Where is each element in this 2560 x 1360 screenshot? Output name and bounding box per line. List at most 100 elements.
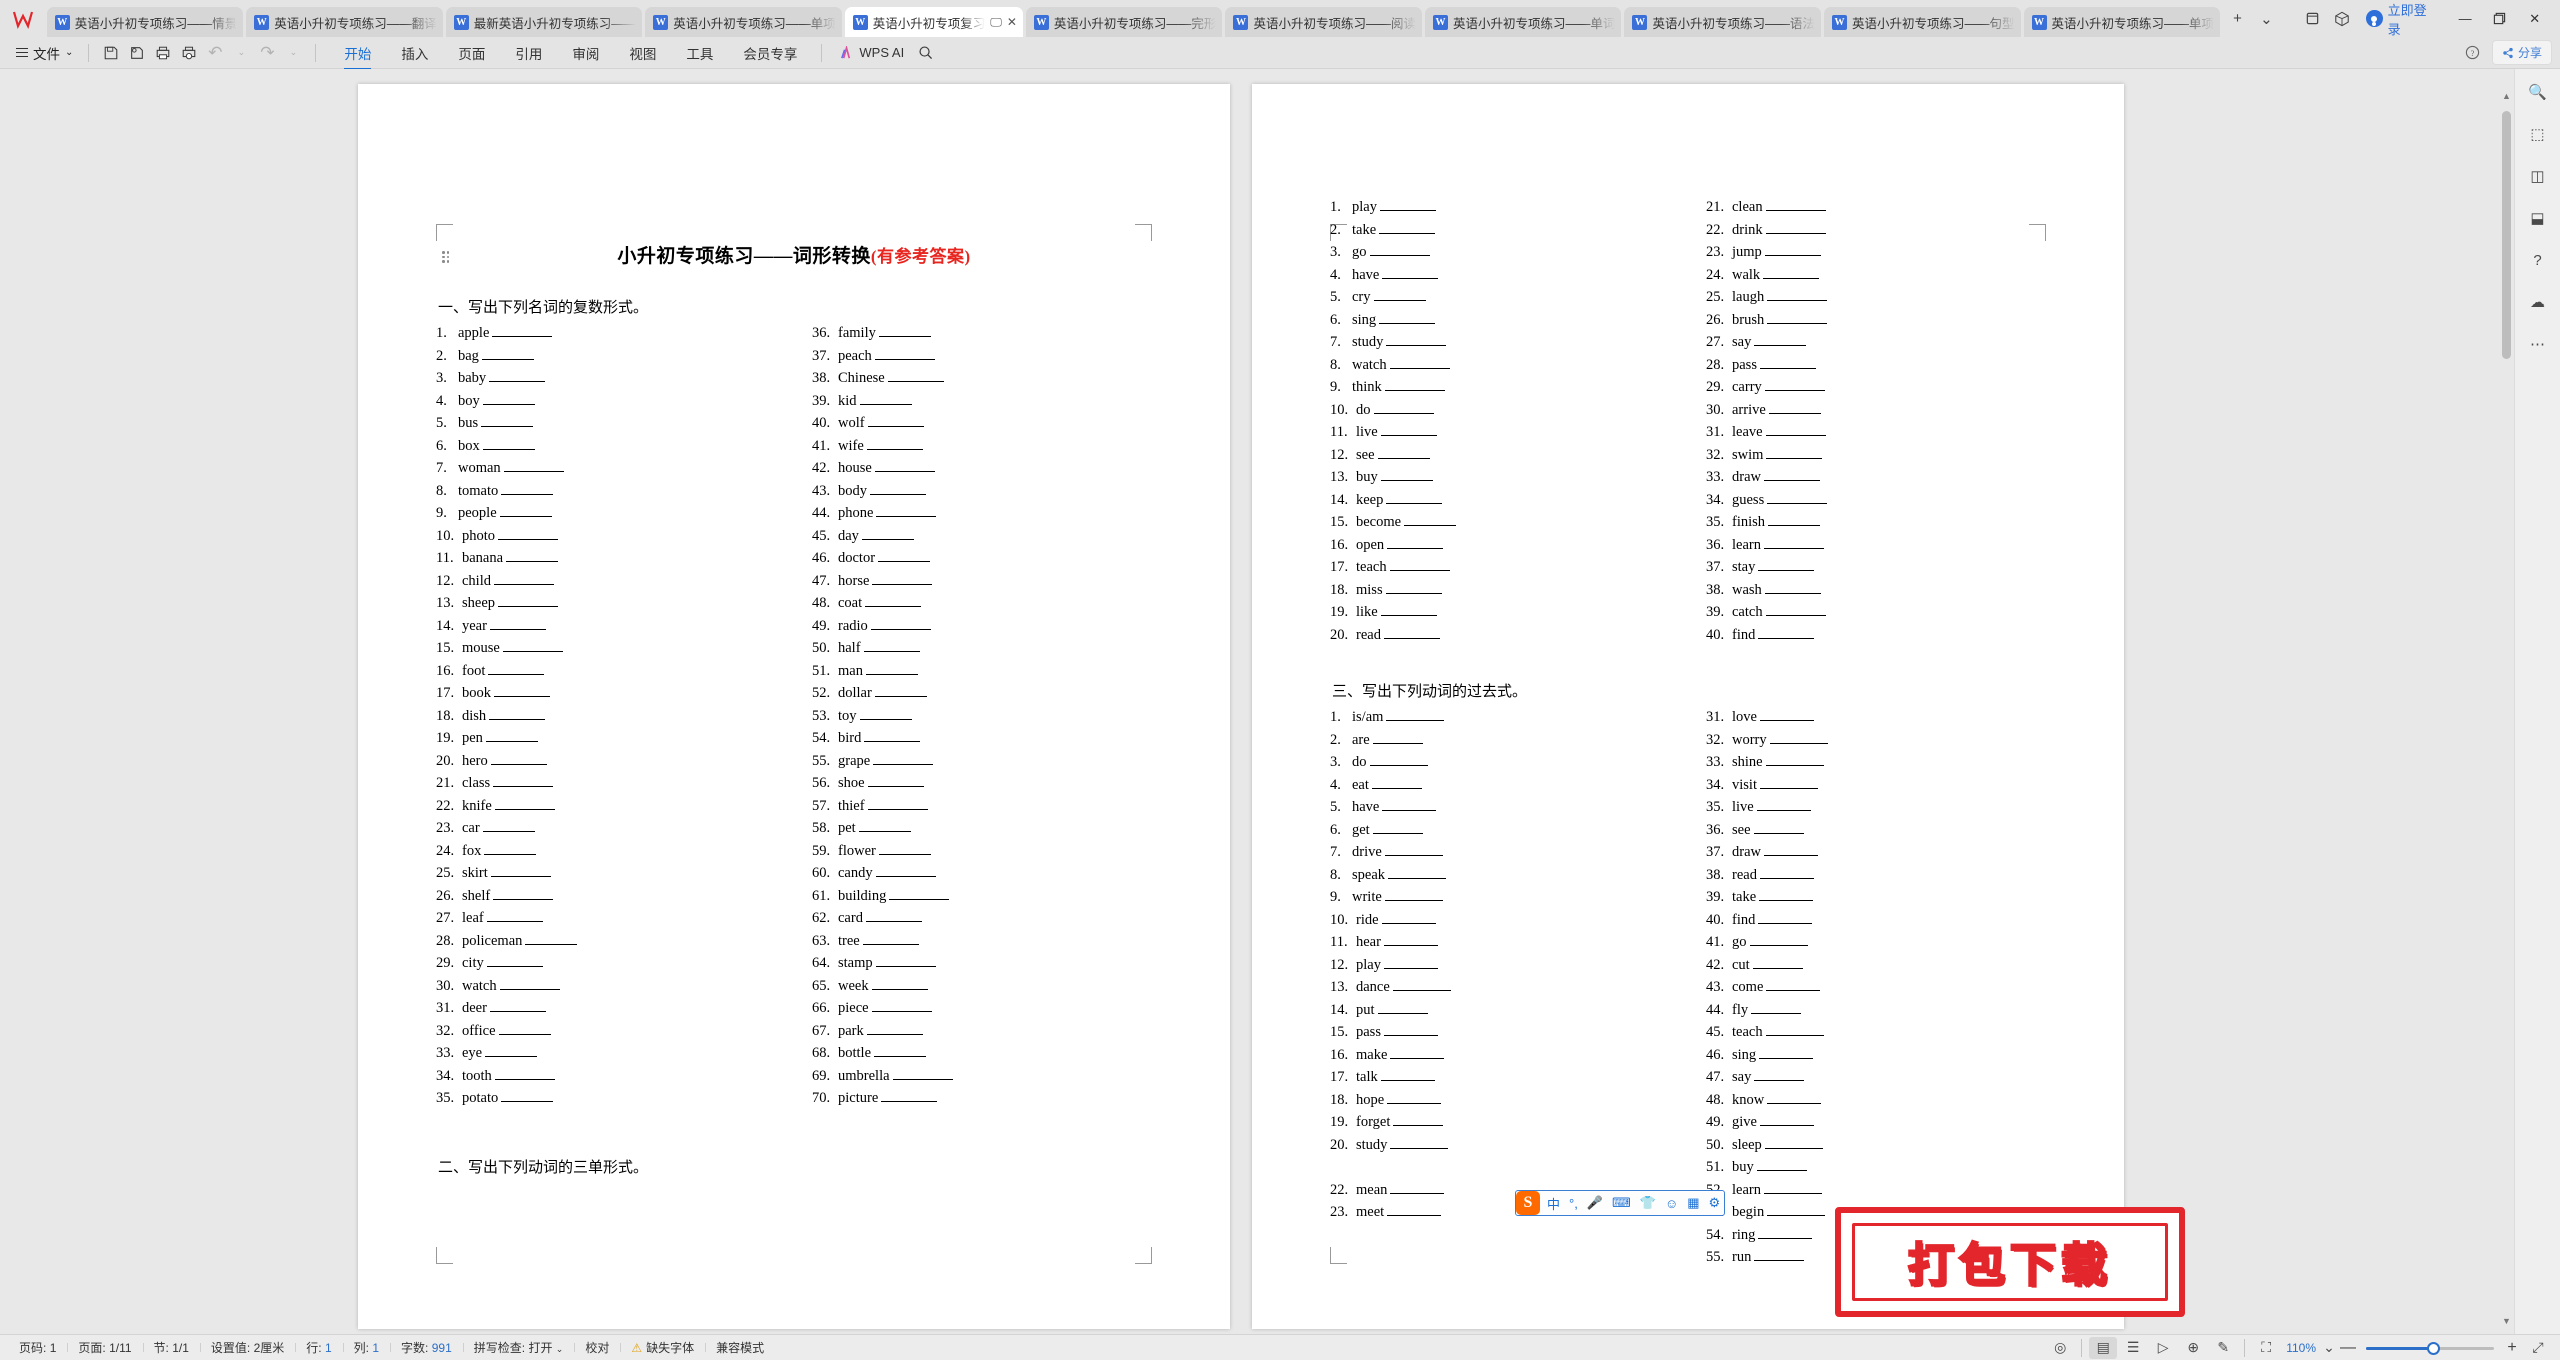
answer-blank[interactable] bbox=[490, 876, 551, 877]
answer-blank[interactable] bbox=[1759, 1057, 1814, 1059]
status-item-7[interactable]: 拼写检查: 打开 ⌄ bbox=[462, 1339, 575, 1356]
document-tab-0[interactable]: W 英语小升初专项练习——情景 bbox=[46, 7, 244, 37]
download-watermark-stamp[interactable]: 打包下载 bbox=[1835, 1207, 2185, 1317]
answer-blank[interactable] bbox=[858, 831, 911, 832]
search-icon[interactable] bbox=[912, 41, 938, 65]
status-item-4[interactable]: 行: 1 bbox=[295, 1339, 342, 1356]
share-button[interactable]: 分享 bbox=[2491, 40, 2552, 65]
answer-blank[interactable] bbox=[486, 966, 543, 967]
answer-blank[interactable] bbox=[1372, 832, 1423, 834]
answer-blank[interactable] bbox=[485, 1056, 538, 1057]
answer-blank[interactable] bbox=[1390, 1057, 1445, 1059]
help-icon[interactable]: ? bbox=[2460, 41, 2486, 65]
document-tab-3[interactable]: W 英语小升初专项练习——单项 bbox=[645, 7, 842, 37]
answer-blank[interactable] bbox=[1389, 570, 1450, 571]
login-button[interactable]: 立即登录 bbox=[2356, 0, 2447, 38]
answer-blank[interactable] bbox=[1767, 322, 1828, 324]
status-item-8[interactable]: 校对 bbox=[574, 1339, 620, 1356]
answer-blank[interactable] bbox=[861, 538, 914, 540]
answer-blank[interactable] bbox=[873, 763, 934, 765]
answer-blank[interactable] bbox=[486, 921, 543, 922]
answer-blank[interactable] bbox=[493, 786, 554, 787]
answer-blank[interactable] bbox=[1390, 1147, 1449, 1149]
soft-keyboard-icon[interactable]: ⌨ bbox=[1612, 1195, 1631, 1211]
feedback-icon[interactable]: ☁ bbox=[2523, 289, 2553, 315]
answer-blank[interactable] bbox=[1759, 900, 1814, 901]
answer-blank[interactable] bbox=[878, 336, 931, 337]
answer-blank[interactable] bbox=[499, 988, 560, 990]
answer-blank[interactable] bbox=[1767, 300, 1828, 301]
answer-blank[interactable] bbox=[1758, 637, 1815, 639]
cast-icon[interactable]: 🖵 bbox=[990, 16, 1002, 28]
answer-blank[interactable] bbox=[1383, 637, 1440, 639]
answer-blank[interactable] bbox=[1380, 1080, 1435, 1081]
answer-blank[interactable] bbox=[1384, 390, 1445, 391]
answer-blank[interactable] bbox=[1749, 945, 1808, 946]
answer-blank[interactable] bbox=[865, 606, 922, 607]
answer-blank[interactable] bbox=[872, 583, 933, 585]
answer-blank[interactable] bbox=[878, 561, 931, 562]
answer-blank[interactable] bbox=[489, 1011, 546, 1012]
answer-blank[interactable] bbox=[865, 921, 922, 922]
answer-blank[interactable] bbox=[1752, 967, 1803, 969]
answer-blank[interactable] bbox=[1373, 300, 1426, 301]
answer-blank[interactable] bbox=[1386, 345, 1447, 346]
save-as-icon[interactable] bbox=[124, 41, 150, 65]
status-item-2[interactable]: 节: 1/1 bbox=[142, 1339, 200, 1356]
answer-blank[interactable] bbox=[1759, 787, 1818, 789]
answer-blank[interactable] bbox=[1759, 367, 1816, 369]
punctuation-icon[interactable]: °, bbox=[1569, 1196, 1578, 1211]
answer-blank[interactable] bbox=[485, 741, 538, 742]
answer-blank[interactable] bbox=[874, 471, 935, 472]
answer-blank[interactable] bbox=[1392, 990, 1451, 991]
eye-icon[interactable]: ◎ bbox=[2046, 1337, 2074, 1359]
document-tab-9[interactable]: W 英语小升初专项练习——句型 bbox=[1823, 7, 2021, 37]
answer-blank[interactable] bbox=[1369, 765, 1428, 766]
document-tab-8[interactable]: W 英语小升初专项练习——语法 bbox=[1624, 7, 1821, 37]
answer-blank[interactable] bbox=[1763, 547, 1824, 549]
voice-input-icon[interactable]: 🎤 bbox=[1587, 1195, 1603, 1211]
document-canvas[interactable]: 小升初专项练习——词形转换(有参考答案) 一、写出下列名词的复数形式。 1. ap… bbox=[0, 69, 2514, 1334]
answer-blank[interactable] bbox=[1379, 322, 1436, 324]
close-tab-icon[interactable]: ✕ bbox=[1007, 16, 1017, 28]
status-item-1[interactable]: 页面: 1/11 bbox=[67, 1339, 142, 1356]
zoom-in-button[interactable]: + bbox=[2502, 1339, 2522, 1357]
answer-blank[interactable] bbox=[1371, 787, 1422, 789]
status-item-5[interactable]: 列: 1 bbox=[342, 1339, 390, 1356]
format-icon[interactable]: ⬓ bbox=[2523, 205, 2553, 231]
ribbon-tab-2[interactable]: 页面 bbox=[443, 39, 500, 67]
chinese-mode-icon[interactable]: 中 bbox=[1547, 1194, 1560, 1213]
answer-blank[interactable] bbox=[1390, 1192, 1445, 1194]
document-tab-1[interactable]: W 英语小升初专项练习——翻译 bbox=[246, 7, 443, 37]
skin-icon[interactable]: 👕 bbox=[1640, 1195, 1656, 1211]
zoom-dropdown-icon[interactable]: ⌄ bbox=[2322, 1337, 2336, 1359]
tab-list-dropdown[interactable]: ⌄ bbox=[2252, 4, 2281, 34]
answer-blank[interactable] bbox=[1388, 877, 1447, 879]
answer-blank[interactable] bbox=[1383, 967, 1438, 969]
answer-blank[interactable] bbox=[1765, 1035, 1824, 1036]
answer-blank[interactable] bbox=[1380, 615, 1437, 616]
status-item-6[interactable]: 字数: 991 bbox=[390, 1339, 463, 1356]
markup-icon[interactable]: ✎ bbox=[2209, 1337, 2237, 1359]
answer-blank[interactable] bbox=[494, 808, 555, 810]
answer-blank[interactable] bbox=[1386, 502, 1443, 504]
answer-blank[interactable] bbox=[1765, 232, 1826, 234]
answer-blank[interactable] bbox=[1380, 435, 1437, 436]
settings-icon[interactable]: ⚙ bbox=[1709, 1195, 1721, 1211]
answer-blank[interactable] bbox=[1382, 277, 1439, 279]
answer-blank[interactable] bbox=[1769, 742, 1828, 744]
answer-blank[interactable] bbox=[1379, 232, 1436, 234]
answer-blank[interactable] bbox=[1767, 1215, 1826, 1216]
answer-blank[interactable] bbox=[489, 628, 546, 630]
undo-dropdown-icon[interactable]: ⌄ bbox=[228, 41, 254, 65]
answer-blank[interactable] bbox=[1768, 412, 1821, 414]
answer-blank[interactable] bbox=[1759, 720, 1814, 721]
answer-blank[interactable] bbox=[488, 673, 545, 675]
emoji-icon[interactable]: ☺ bbox=[1665, 1196, 1678, 1211]
answer-blank[interactable] bbox=[874, 1056, 927, 1057]
answer-blank[interactable] bbox=[1387, 547, 1444, 549]
answer-blank[interactable] bbox=[1765, 615, 1826, 616]
minimize-button[interactable]: — bbox=[2448, 4, 2483, 34]
answer-blank[interactable] bbox=[1754, 345, 1807, 346]
answer-blank[interactable] bbox=[525, 943, 578, 945]
